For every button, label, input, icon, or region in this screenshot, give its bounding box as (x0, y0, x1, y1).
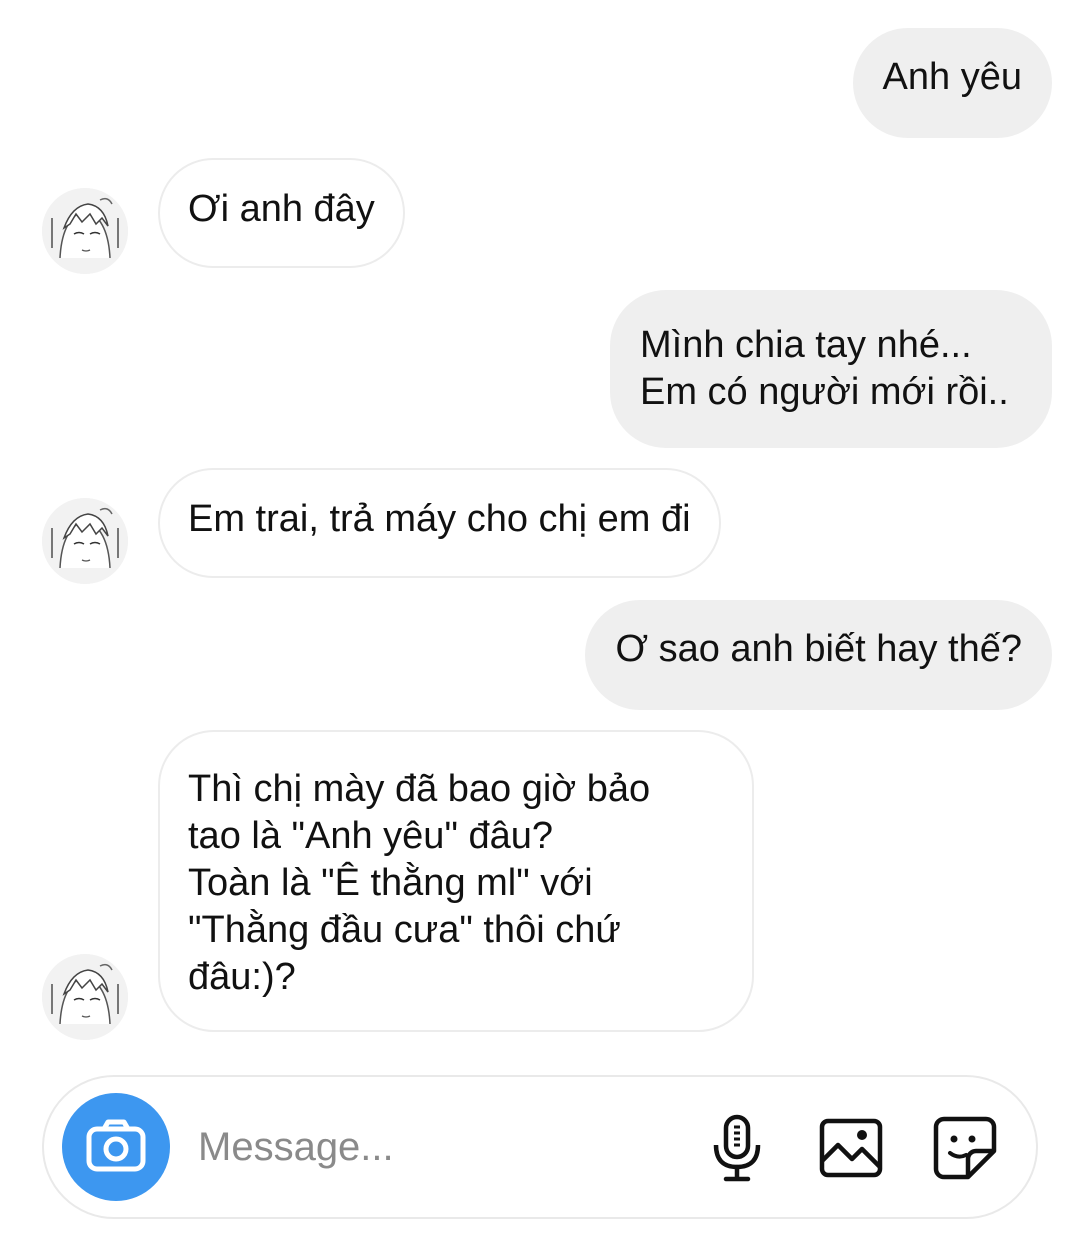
sticker-button[interactable] (930, 1113, 1000, 1183)
sent-message-bubble[interactable]: Ơ sao anh biết hay thế? (585, 600, 1052, 710)
message-composer (42, 1075, 1038, 1219)
gallery-button[interactable] (816, 1113, 886, 1183)
contact-avatar[interactable] (42, 954, 128, 1040)
sent-message-bubble[interactable]: Mình chia tay nhé... Em có người mới rồi… (610, 290, 1052, 448)
microphone-button[interactable] (702, 1113, 772, 1183)
microphone-icon (713, 1114, 761, 1182)
received-message-bubble[interactable]: Em trai, trả máy cho chị em đi (158, 468, 721, 578)
camera-icon (86, 1119, 146, 1172)
avatar-sketch-icon (42, 954, 128, 1040)
image-icon (819, 1118, 883, 1178)
sent-message-bubble[interactable]: Anh yêu (852, 28, 1052, 138)
avatar-sketch-icon (42, 188, 128, 274)
avatar-sketch-icon (42, 498, 128, 584)
message-input[interactable] (198, 1117, 678, 1177)
received-message-bubble[interactable]: Ơi anh đây (158, 158, 405, 268)
contact-avatar[interactable] (42, 188, 128, 274)
contact-avatar[interactable] (42, 498, 128, 584)
received-message-bubble[interactable]: Thì chị mày đã bao giờ bảo tao là "Anh y… (158, 730, 754, 1032)
sticker-icon (933, 1116, 997, 1180)
camera-button[interactable] (62, 1093, 170, 1201)
